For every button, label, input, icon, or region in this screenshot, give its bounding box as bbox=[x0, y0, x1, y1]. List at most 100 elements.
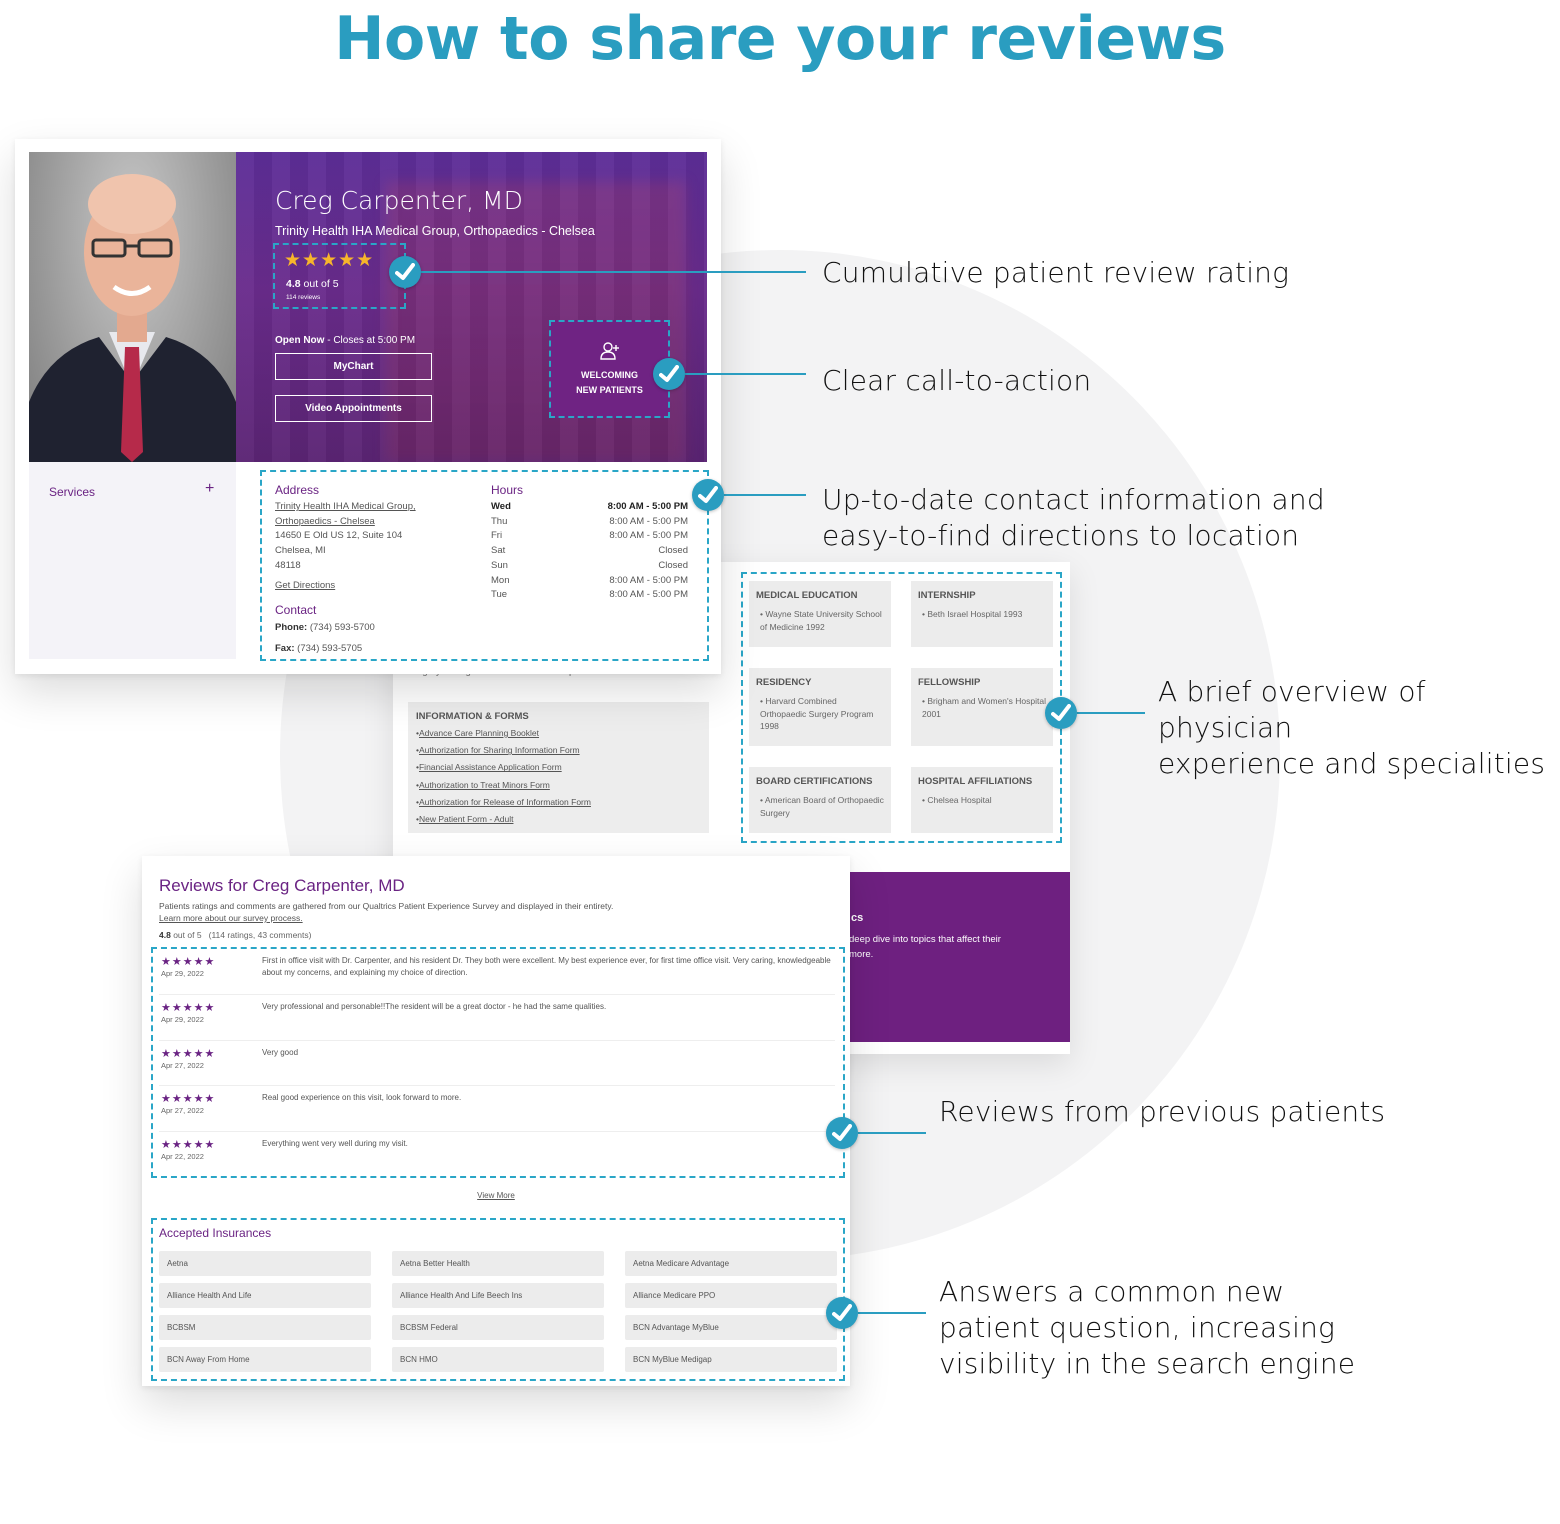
credential-tile: INTERNSHIP • Beth Israel Hospital 1993 bbox=[911, 581, 1053, 647]
callout-connector bbox=[858, 1312, 926, 1314]
credential-title: RESIDENCY bbox=[756, 677, 812, 688]
hours-day: Sat bbox=[491, 545, 506, 557]
star-rating-icons: ★★★★★ bbox=[284, 250, 375, 271]
callout-line: experience and specialities bbox=[1158, 747, 1546, 780]
hours-time: 8:00 AM - 5:00 PM bbox=[609, 589, 688, 601]
insurance-tile: Aetna bbox=[159, 1251, 371, 1276]
callout-connector bbox=[724, 494, 806, 496]
form-link[interactable]: New Patient Form - Adult bbox=[419, 814, 513, 824]
reviews-card: Reviews for Creg Carpenter, MD Patients … bbox=[142, 856, 850, 1386]
practice-link[interactable]: Trinity Health IHA Medical Group, bbox=[275, 501, 416, 512]
form-list-item: •Authorization for Release of Informatio… bbox=[416, 796, 591, 807]
reviews-description: Patients ratings and comments are gather… bbox=[159, 901, 614, 923]
callout-connector bbox=[1077, 712, 1145, 714]
review-date: Apr 27, 2022 bbox=[161, 1106, 204, 1115]
video-appointments-button[interactable]: Video Appointments bbox=[275, 395, 432, 422]
hours-time: 8:00 AM - 5:00 PM bbox=[609, 574, 688, 586]
credential-tile: BOARD CERTIFICATIONS • American Board of … bbox=[749, 767, 891, 833]
reviews-list: ★★★★★ Apr 29, 2022 First in office visit w… bbox=[151, 947, 845, 1178]
review-date: Apr 29, 2022 bbox=[161, 1015, 204, 1024]
form-link[interactable]: Advance Care Planning Booklet bbox=[419, 728, 539, 738]
street-address: 14650 E Old US 12, Suite 104 bbox=[275, 530, 403, 541]
fax-number: Fax: (734) 593-5705 bbox=[275, 643, 363, 654]
review-item: ★★★★★ Apr 29, 2022 Very professional and p… bbox=[159, 1001, 835, 1041]
welcome-label: WELCOMING NEW PATIENTS bbox=[576, 370, 643, 395]
review-item: ★★★★★ Apr 27, 2022 Very good bbox=[159, 1047, 835, 1086]
credential-tile: RESIDENCY • Harvard Combined Orthopaedic … bbox=[749, 668, 891, 746]
phone-number: Phone: (734) 593-5700 bbox=[275, 622, 375, 633]
view-more-link[interactable]: View More bbox=[142, 1191, 850, 1200]
review-item: ★★★★★ Apr 29, 2022 First in office visit w… bbox=[159, 955, 835, 995]
form-link[interactable]: Authorization to Treat Minors Form bbox=[419, 780, 550, 790]
contact-info-section: Address Trinity Health IHA Medical Group… bbox=[260, 470, 709, 661]
hours-day: Thu bbox=[491, 515, 508, 527]
callout-line: patient question, increasing bbox=[939, 1311, 1336, 1344]
checkmark-icon bbox=[826, 1117, 858, 1149]
form-link[interactable]: Authorization for Release of Information… bbox=[419, 797, 591, 807]
callout-line: A brief overview of physician bbox=[1158, 675, 1426, 744]
rating-summary: ★★★★★ 4.8 out of 5 114 reviews bbox=[273, 243, 406, 309]
credential-title: HOSPITAL AFFILIATIONS bbox=[918, 776, 1033, 787]
credential-detail: • Beth Israel Hospital 1993 bbox=[922, 609, 1023, 619]
callout-line: Up-to-date contact information and bbox=[822, 483, 1325, 516]
form-list-item: •New Patient Form - Adult bbox=[416, 814, 514, 824]
information-forms-panel: INFORMATION & FORMS •Advance Care Planni… bbox=[408, 702, 709, 833]
insurance-tile: Alliance Health And Life Beech Ins bbox=[392, 1283, 604, 1308]
reviews-title: Reviews for Creg Carpenter, MD bbox=[159, 876, 405, 895]
checkmark-icon bbox=[1045, 697, 1077, 729]
profile-card: Creg Carpenter, MD Trinity Health IHA Me… bbox=[15, 139, 721, 674]
callout-label: Up-to-date contact information and easy-t… bbox=[822, 482, 1325, 554]
review-date: Apr 29, 2022 bbox=[161, 969, 204, 978]
callout-label: Answers a common new patient question, in… bbox=[939, 1274, 1355, 1382]
credential-title: INTERNSHIP bbox=[918, 590, 976, 601]
callout-connector bbox=[421, 271, 806, 273]
insurance-tile: Aetna Better Health bbox=[392, 1251, 604, 1276]
callout-line: visibility in the search engine bbox=[939, 1347, 1356, 1380]
get-directions-link[interactable]: Get Directions bbox=[275, 580, 335, 591]
credential-title: BOARD CERTIFICATIONS bbox=[756, 776, 873, 787]
callout-line: Reviews from previous patients bbox=[939, 1095, 1386, 1128]
callout-label: Reviews from previous patients bbox=[939, 1094, 1385, 1130]
insurance-tile: BCN Advantage MyBlue bbox=[625, 1315, 837, 1340]
review-star-icons: ★★★★★ bbox=[161, 1139, 216, 1151]
credential-title: FELLOWSHIP bbox=[918, 677, 981, 688]
hours-day: Wed bbox=[491, 501, 511, 512]
profile-hero: Creg Carpenter, MD Trinity Health IHA Me… bbox=[236, 152, 707, 462]
survey-process-link[interactable]: Learn more about our survey process. bbox=[159, 913, 303, 923]
review-item: ★★★★★ Apr 22, 2022 Everything went very we… bbox=[159, 1138, 835, 1172]
open-status: Open Now - Closes at 5:00 PM bbox=[275, 335, 416, 346]
checkmark-icon bbox=[826, 1297, 858, 1329]
insurance-tile: BCBSM Federal bbox=[392, 1315, 604, 1340]
form-link[interactable]: Authorization for Sharing Information Fo… bbox=[419, 745, 580, 755]
user-plus-icon bbox=[551, 342, 668, 360]
mychart-button[interactable]: MyChart bbox=[275, 353, 432, 380]
welcoming-new-patients-button[interactable]: WELCOMING NEW PATIENTS bbox=[549, 320, 670, 418]
review-text: Very good bbox=[262, 1048, 299, 1057]
hours-day: Mon bbox=[491, 574, 510, 586]
credential-title: MEDICAL EDUCATION bbox=[756, 590, 858, 601]
doctor-photo bbox=[29, 152, 236, 462]
credential-detail: • Brigham and Women's Hospital 2001 bbox=[922, 696, 1046, 719]
practice-link[interactable]: Orthopaedics - Chelsea bbox=[275, 516, 375, 527]
hours-day: Fri bbox=[491, 530, 503, 542]
credential-detail: • Harvard Combined Orthopaedic Surgery P… bbox=[760, 696, 874, 731]
form-link[interactable]: Financial Assistance Application Form bbox=[419, 762, 562, 772]
page-title: How to share your reviews bbox=[334, 4, 1226, 74]
callout-line: easy-to-find directions to location bbox=[822, 519, 1300, 552]
review-star-icons: ★★★★★ bbox=[161, 1002, 216, 1014]
review-text: Everything went very well during my visi… bbox=[262, 1139, 408, 1148]
plus-icon[interactable]: + bbox=[205, 480, 214, 498]
services-accordion[interactable]: Services + bbox=[29, 462, 236, 659]
review-star-icons: ★★★★★ bbox=[161, 956, 216, 968]
services-label: Services bbox=[49, 485, 96, 499]
hours-day: Tue bbox=[491, 589, 508, 601]
form-list-item: •Authorization to Treat Minors Form bbox=[416, 779, 550, 790]
insurance-tile: BCN HMO bbox=[392, 1347, 604, 1372]
callout-label: A brief overview of physician experience … bbox=[1158, 674, 1560, 782]
review-date: Apr 22, 2022 bbox=[161, 1152, 204, 1161]
insurance-tile: BCBSM bbox=[159, 1315, 371, 1340]
banner-title: cs bbox=[851, 912, 864, 924]
callout-line: Clear call-to-action bbox=[822, 364, 1092, 397]
form-list-item: •Financial Assistance Application Form bbox=[416, 762, 562, 773]
review-star-icons: ★★★★★ bbox=[161, 1048, 216, 1060]
